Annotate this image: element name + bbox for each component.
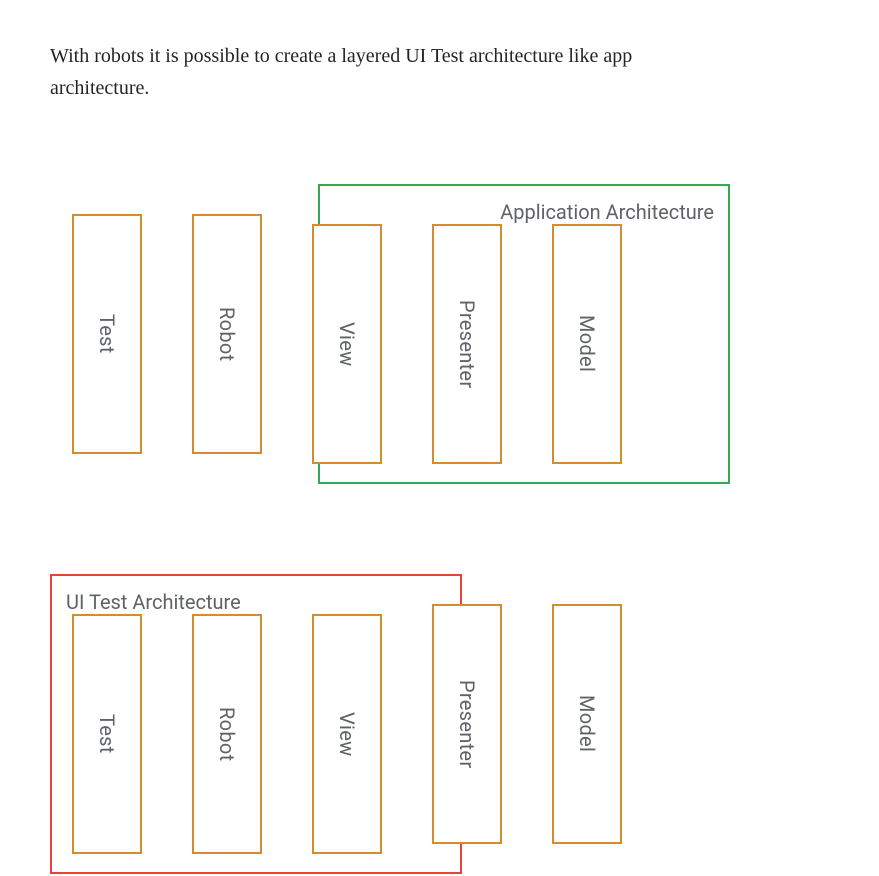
row-application-architecture: Application Architecture Test Robot View… <box>50 184 829 484</box>
layer-label: Model <box>575 315 599 372</box>
layer-view: View <box>312 224 382 464</box>
layer-label: View <box>335 322 359 366</box>
layer-label: Test <box>95 314 119 354</box>
layer-label: Presenter <box>455 680 479 768</box>
layer-robot: Robot <box>192 614 262 854</box>
layer-model: Model <box>552 224 622 464</box>
layer-model: Model <box>552 604 622 844</box>
layer-label: Robot <box>215 707 239 761</box>
layer-label: Test <box>95 714 119 754</box>
row-ui-test-architecture: UI Test Architecture Test Robot View Pre… <box>50 574 829 874</box>
layer-label: View <box>335 712 359 756</box>
layer-presenter: Presenter <box>432 604 502 844</box>
layer-test: Test <box>72 214 142 454</box>
architecture-diagram: Application Architecture Test Robot View… <box>50 184 829 874</box>
intro-text: With robots it is possible to create a l… <box>50 40 730 104</box>
layer-test: Test <box>72 614 142 854</box>
layer-presenter: Presenter <box>432 224 502 464</box>
layer-label: Presenter <box>455 300 479 388</box>
layer-label: Model <box>575 695 599 752</box>
layer-robot: Robot <box>192 214 262 454</box>
layer-view: View <box>312 614 382 854</box>
layer-label: Robot <box>215 307 239 361</box>
